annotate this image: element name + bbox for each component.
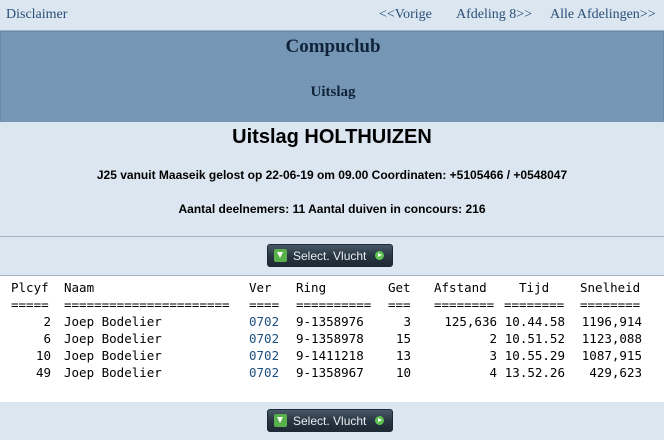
cell-afstand: 4: [489, 365, 497, 380]
cell-plcyf: 6: [43, 331, 51, 346]
cell-ring: 9-1358967: [296, 365, 364, 380]
button-row-top: Select. Vlucht: [0, 237, 664, 275]
cell-ver: 0702: [249, 365, 280, 380]
cell-snelheid: 1123,088: [581, 331, 642, 346]
cell-snelheid: 1087,915: [581, 348, 642, 363]
cell-ring: 9-1358976: [296, 314, 364, 329]
column-header-ver: Ver: [249, 280, 272, 295]
separator: ========: [434, 297, 495, 312]
table-row: 6 Joep Bodelier 0702 9-1358978 15 2 10.51.52 11…: [0, 331, 664, 348]
table-row: 2 Joep Bodelier 0702 9-1358976 3 125,636 10.44…: [0, 314, 664, 331]
race-info: Uitslag HOLTHUIZEN J25 vanuit Maaseik ge…: [0, 122, 664, 237]
separator-row: ===== ====================== ==== ======…: [0, 297, 664, 314]
separator: ========: [504, 297, 565, 312]
cell-plcyf: 49: [35, 365, 51, 380]
banner-subtitle: Uitslag: [310, 84, 356, 100]
header-banner: Compuclub Uitslag: [0, 31, 664, 123]
cell-get: 10: [395, 365, 411, 380]
separator: ======================: [64, 297, 230, 312]
separator: ===: [388, 297, 411, 312]
race-details: J25 vanuit Maaseik gelost op 22-06-19 om…: [96, 168, 568, 182]
download-icon: [274, 414, 287, 427]
cell-get: 3: [403, 314, 411, 329]
cell-get: 15: [395, 331, 411, 346]
column-header-get: Get: [388, 280, 411, 295]
cell-afstand: 2: [489, 331, 497, 346]
cell-naam: Joep Bodelier: [64, 365, 162, 380]
button-row-bottom: Select. Vlucht: [0, 402, 664, 440]
page-title: Uitslag HOLTHUIZEN: [232, 126, 432, 148]
cell-tijd: 10.44.58: [504, 314, 565, 329]
race-participants: Aantal deelnemers: 11 Aantal duiven in c…: [178, 202, 486, 216]
cell-get: 13: [395, 348, 411, 363]
column-header-ring: Ring: [296, 280, 327, 295]
cell-ver: 0702: [249, 331, 280, 346]
all-afdelingen-link[interactable]: Alle Afdelingen>>: [550, 7, 656, 23]
column-header-afstand: Afstand: [434, 280, 487, 295]
select-flight-button-top[interactable]: Select. Vlucht: [267, 244, 393, 267]
column-header-plcyf: Plcyf: [11, 280, 49, 295]
column-header-snelheid: Snelheid: [580, 280, 641, 295]
results-table: Plcyf Naam Ver Ring Get Afstand Tijd Sne…: [0, 275, 664, 404]
arrow-right-icon: [375, 416, 384, 425]
cell-tijd: 13.52.26: [504, 365, 565, 380]
cell-naam: Joep Bodelier: [64, 348, 162, 363]
table-row: 49 Joep Bodelier 0702 9-1358967 10 4 13.52.26 4…: [0, 365, 664, 382]
cell-ring: 9-1411218: [296, 348, 364, 363]
cell-snelheid: 429,623: [589, 365, 642, 380]
table-row: 10 Joep Bodelier 0702 9-1411218 13 3 10.55.29 1…: [0, 348, 664, 365]
select-flight-button-bottom[interactable]: Select. Vlucht: [267, 409, 393, 432]
separator: ==========: [296, 297, 372, 312]
club-title: Compuclub: [285, 36, 381, 57]
separator: =====: [11, 297, 49, 312]
cell-naam: Joep Bodelier: [64, 331, 162, 346]
cell-ver: 0702: [249, 314, 280, 329]
column-header-naam: Naam: [64, 280, 95, 295]
cell-snelheid: 1196,914: [581, 314, 642, 329]
cell-afstand: 3: [489, 348, 497, 363]
arrow-right-icon: [375, 251, 384, 260]
table-header-row: Plcyf Naam Ver Ring Get Afstand Tijd Sne…: [0, 280, 664, 297]
select-flight-label: Select. Vlucht: [293, 414, 367, 428]
cell-tijd: 10.55.29: [504, 348, 565, 363]
column-header-tijd: Tijd: [519, 280, 550, 295]
separator: ========: [580, 297, 641, 312]
cell-tijd: 10.51.52: [504, 331, 565, 346]
select-flight-label: Select. Vlucht: [293, 249, 367, 263]
next-afdeling-link[interactable]: Afdeling 8>>: [456, 7, 532, 23]
cell-ring: 9-1358978: [296, 331, 364, 346]
cell-afstand: 125,636: [444, 314, 497, 329]
previous-link[interactable]: <<Vorige: [379, 7, 432, 23]
cell-plcyf: 2: [43, 314, 51, 329]
disclaimer-link[interactable]: Disclaimer: [6, 7, 67, 23]
cell-naam: Joep Bodelier: [64, 314, 162, 329]
cell-ver: 0702: [249, 348, 280, 363]
download-icon: [274, 249, 287, 262]
top-nav: Disclaimer <<Vorige Afdeling 8>> Alle Af…: [0, 0, 664, 31]
cell-plcyf: 10: [35, 348, 51, 363]
separator: ====: [249, 297, 280, 312]
